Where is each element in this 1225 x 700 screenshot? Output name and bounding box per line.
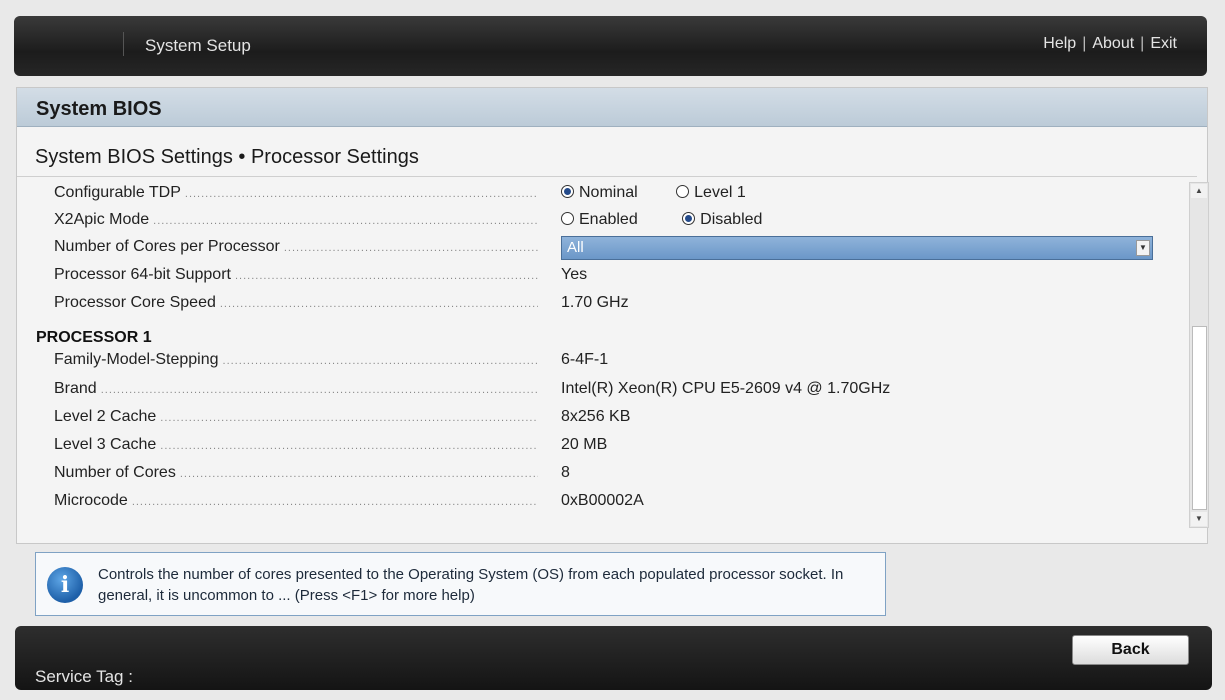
top-links: Help | About | Exit <box>1043 35 1177 53</box>
about-link[interactable]: About <box>1092 35 1134 52</box>
settings-list: Configurable TDP Nominal Level 1 X2Apic … <box>17 184 1187 524</box>
table-row: Brand Intel(R) Xeon(R) CPU E5-2609 v4 @ … <box>54 380 1174 402</box>
setting-label: Number of Cores per Processor <box>54 238 538 256</box>
setting-value: 1.70 GHz <box>561 294 629 311</box>
table-row: Level 2 Cache 8x256 KB <box>54 408 1174 430</box>
cores-per-processor-dropdown[interactable]: All ▼ <box>561 236 1153 260</box>
setting-value: Nominal Level 1 <box>561 184 780 202</box>
info-value: 20 MB <box>561 436 608 453</box>
scroll-up-icon[interactable]: ▲ <box>1191 184 1207 198</box>
section-heading-processor-1: PROCESSOR 1 <box>36 329 152 346</box>
radio-label: Level 1 <box>694 184 746 201</box>
table-row: Microcode 0xB00002A <box>54 492 1174 514</box>
radio-label: Disabled <box>700 211 763 228</box>
radio-unselected-icon <box>561 212 574 226</box>
panel-header: System BIOS <box>17 88 1207 127</box>
setting-label: Processor Core Speed <box>54 294 538 312</box>
scrollbar-thumb[interactable] <box>1192 326 1207 510</box>
info-label: Brand <box>54 380 538 398</box>
setting-label: Processor 64-bit Support <box>54 266 538 284</box>
table-row: Level 3 Cache 20 MB <box>54 436 1174 458</box>
setting-value: Enabled Disabled <box>561 211 796 229</box>
help-link[interactable]: Help <box>1043 35 1076 52</box>
help-text: Controls the number of cores presented t… <box>98 566 844 604</box>
setting-row-64bit: Processor 64-bit Support Yes <box>54 266 1174 288</box>
radio-label: Nominal <box>579 184 638 201</box>
top-bar-divider <box>123 32 124 56</box>
setting-row-core-speed: Processor Core Speed 1.70 GHz <box>54 294 1174 316</box>
help-box: i Controls the number of cores presented… <box>35 552 886 616</box>
exit-link[interactable]: Exit <box>1150 35 1177 52</box>
setting-value: Yes <box>561 266 588 283</box>
back-button[interactable]: Back <box>1072 635 1189 665</box>
info-value: 8x256 KB <box>561 408 631 425</box>
table-row: Number of Cores 8 <box>54 464 1174 486</box>
info-value: Intel(R) Xeon(R) CPU E5-2609 v4 @ 1.70GH… <box>561 380 891 397</box>
radio-nominal[interactable]: Nominal <box>561 184 638 202</box>
radio-level-1[interactable]: Level 1 <box>676 184 746 202</box>
info-label: Number of Cores <box>54 464 538 482</box>
dropdown-selected-value: All <box>567 239 584 256</box>
setting-row-x2apic: X2Apic Mode Enabled Disabled <box>54 211 1174 233</box>
service-tag-label: Service Tag : <box>35 667 133 686</box>
scroll-down-icon[interactable]: ▼ <box>1191 512 1207 526</box>
info-label: Level 2 Cache <box>54 408 538 426</box>
divider <box>17 176 1197 177</box>
info-label: Level 3 Cache <box>54 436 538 454</box>
radio-enabled[interactable]: Enabled <box>561 211 638 229</box>
chevron-down-icon[interactable]: ▼ <box>1136 240 1150 256</box>
setting-label: Configurable TDP <box>54 184 538 202</box>
link-separator: | <box>1140 35 1145 52</box>
info-label: Family-Model-Stepping <box>54 351 538 369</box>
setting-label: X2Apic Mode <box>54 211 538 229</box>
radio-label: Enabled <box>579 211 638 228</box>
radio-selected-icon <box>682 212 696 226</box>
setting-row-configurable-tdp: Configurable TDP Nominal Level 1 <box>54 184 1174 206</box>
info-value: 6-4F-1 <box>561 351 609 368</box>
top-bar: System Setup Help | About | Exit <box>14 16 1207 76</box>
radio-selected-icon <box>561 185 574 199</box>
vertical-scrollbar[interactable]: ▲ ▼ <box>1189 182 1209 528</box>
radio-disabled[interactable]: Disabled <box>682 211 762 229</box>
info-value: 8 <box>561 464 570 481</box>
info-icon: i <box>47 567 83 603</box>
settings-panel: System BIOS System BIOS Settings • Proce… <box>16 87 1209 544</box>
app-title: System Setup <box>145 36 251 55</box>
radio-unselected-icon <box>676 185 690 199</box>
link-separator: | <box>1082 35 1087 52</box>
table-row: Family-Model-Stepping 6-4F-1 <box>54 351 1174 373</box>
info-value: 0xB00002A <box>561 492 644 509</box>
panel-title: System BIOS <box>36 98 162 120</box>
bottom-bar: Back Service Tag : <box>15 626 1212 690</box>
info-label: Microcode <box>54 492 538 510</box>
breadcrumb: System BIOS Settings • Processor Setting… <box>35 146 419 168</box>
